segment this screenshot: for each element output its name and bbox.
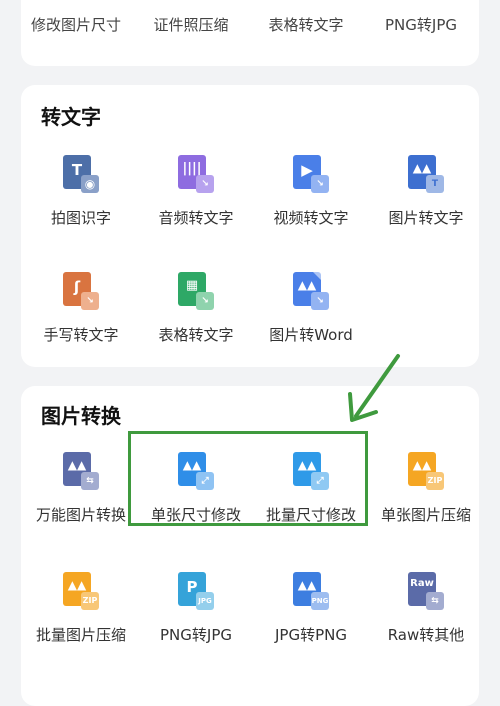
to-text-card: 转文字 T ◉ 拍图识字 |||| ↘ 音频转文字 ▶ ↘ 视频转文字 ▲▲ T… [21,85,479,367]
image-to-word-icon: ▲▲ ↘ [291,270,331,310]
tool-label: 音频转文字 [158,209,234,227]
table-to-text-icon: ▦ ↘ [176,270,216,310]
png-to-jpg-icon: P JPG [176,570,216,610]
tool-label: 图片转文字 [388,209,464,227]
partial-tools-row: 修改图片尺寸 证件照压缩 表格转文字 PNG转JPG [21,0,479,34]
single-compress-icon: ▲▲ ZIP [406,450,446,490]
universal-convert-icon: ▲▲ ⇆ [61,450,101,490]
partial-tool-label[interactable]: 修改图片尺寸 [21,14,131,35]
tool-label: 批量图片压缩 [35,626,126,644]
tool-label: JPG转PNG [275,626,347,644]
tool-png-to-jpg[interactable]: P JPG PNG转JPG [136,570,256,645]
partial-tool-label[interactable]: 证件照压缩 [136,14,246,35]
video-to-text-icon: ▶ ↘ [291,153,331,193]
image-to-text-icon: ▲▲ T [406,153,446,193]
tool-universal-convert[interactable]: ▲▲ ⇆ 万能图片转换 [21,450,141,525]
tool-audio-text[interactable]: |||| ↘ 音频转文字 [136,153,256,228]
annotation-highlight-box [128,431,368,526]
raw-convert-icon: Raw ⇆ [406,570,446,610]
handwriting-to-text-icon: ʃ ↘ [61,270,101,310]
section-title-to-text: 转文字 [41,105,101,129]
tool-label: PNG转JPG [160,626,232,644]
top-tools-card: 修改图片尺寸 证件照压缩 表格转文字 PNG转JPG [21,0,479,66]
tool-jpg-to-png[interactable]: ▲▲ PNG JPG转PNG [251,570,371,645]
section-title-image-convert: 图片转换 [41,404,121,428]
partial-tool-label[interactable]: PNG转JPG [366,14,476,35]
tool-raw-convert[interactable]: Raw ⇆ Raw转其他 [366,570,486,645]
tool-label: Raw转其他 [387,626,465,644]
tool-video-text[interactable]: ▶ ↘ 视频转文字 [251,153,371,228]
tool-handwriting-text[interactable]: ʃ ↘ 手写转文字 [21,270,141,345]
tool-label: 单张图片压缩 [380,506,471,524]
tool-single-compress[interactable]: ▲▲ ZIP 单张图片压缩 [366,450,486,525]
tool-table-text[interactable]: ▦ ↘ 表格转文字 [136,270,256,345]
tool-label: 表格转文字 [158,326,234,344]
jpg-to-png-icon: ▲▲ PNG [291,570,331,610]
tool-label: 拍图识字 [50,209,111,227]
audio-to-text-icon: |||| ↘ [176,153,216,193]
photo-text-icon: T ◉ [61,153,101,193]
tool-photo-text[interactable]: T ◉ 拍图识字 [21,153,141,228]
tool-label: 手写转文字 [43,326,119,344]
partial-tool-label[interactable]: 表格转文字 [251,14,361,35]
batch-compress-icon: ▲▲ ZIP [61,570,101,610]
tool-image-word[interactable]: ▲▲ ↘ 图片转Word [251,270,371,345]
tool-batch-compress[interactable]: ▲▲ ZIP 批量图片压缩 [21,570,141,645]
tool-label: 视频转文字 [273,209,349,227]
tool-label: 万能图片转换 [35,506,126,524]
annotation-arrow-icon [348,354,400,422]
tool-label: 图片转Word [269,326,353,344]
tool-image-text[interactable]: ▲▲ T 图片转文字 [366,153,486,228]
